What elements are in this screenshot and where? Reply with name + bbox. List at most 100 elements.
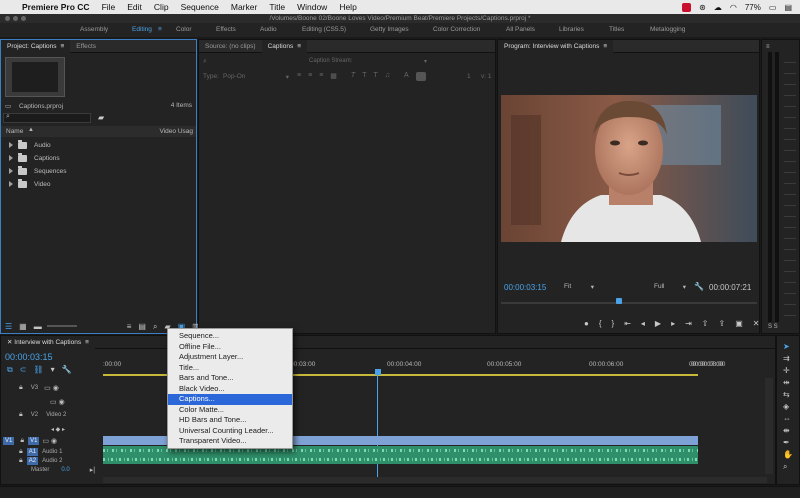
program-playhead[interactable] (616, 298, 622, 304)
linked-selection-icon[interactable]: ⛓ (33, 365, 43, 375)
razor-tool-icon[interactable]: ◈ (783, 402, 793, 411)
column-video-usage[interactable]: Video Usag (160, 128, 194, 135)
extract-icon[interactable]: ⇪ (718, 319, 725, 328)
rate-stretch-tool-icon[interactable]: ⇆ (783, 390, 793, 399)
tab-timeline[interactable]: ✕ Interview with Captions ≡ (1, 335, 95, 349)
workspace-effects[interactable]: Effects (216, 26, 236, 33)
workspace-titles[interactable]: Titles (609, 26, 624, 33)
step-back-icon[interactable]: ◂ (641, 319, 645, 328)
tab-program[interactable]: Program: Interview with Captions ≡ (498, 39, 614, 53)
menu-marker[interactable]: Marker (231, 2, 257, 12)
zoom-tool-icon[interactable]: ⌕ (783, 462, 793, 472)
slide-tool-icon[interactable]: ⇼ (783, 426, 793, 435)
menu-edit[interactable]: Edit (127, 2, 142, 12)
track-select-tool-icon[interactable]: ⇉ (783, 354, 793, 363)
sync-lock-icon[interactable]: ▭ (42, 437, 49, 445)
sort-icons-icon[interactable]: ≡ (127, 322, 132, 331)
workspace-color-correction[interactable]: Color Correction (433, 26, 480, 33)
step-forward-icon[interactable]: ▸ (671, 319, 675, 328)
timeline-timecode[interactable]: 00:00:03:15 (5, 352, 53, 362)
meter-menu-icon[interactable]: ≡ (766, 44, 796, 50)
mark-out-icon[interactable]: } (612, 319, 615, 328)
program-video-frame[interactable] (501, 95, 757, 242)
bin-sequences[interactable]: Sequences (1, 165, 196, 177)
zoom-out-icon[interactable]: ▬ (34, 322, 42, 331)
lock-icon[interactable]: 🔒︎ (19, 457, 23, 465)
menu-item-hd-bars-and-tone[interactable]: HD Bars and Tone... (168, 415, 292, 426)
go-to-out-icon[interactable]: ⇥ (685, 319, 692, 328)
timeline-playhead-head[interactable] (375, 369, 381, 375)
nest-icon[interactable]: ⧉ (7, 365, 13, 375)
ripple-edit-tool-icon[interactable]: ✛ (783, 366, 793, 375)
new-bin-icon[interactable]: ▰ (98, 113, 104, 122)
program-scrub-bar[interactable] (501, 302, 757, 304)
workspace-getty-images[interactable]: Getty Images (370, 26, 409, 33)
panel-menu-icon[interactable]: ≡ (297, 43, 301, 50)
underline-icon[interactable]: T (373, 72, 377, 81)
workspace-editing-cs55[interactable]: Editing (CS5.5) (302, 26, 346, 33)
menu-title[interactable]: Title (269, 2, 285, 12)
tab-source[interactable]: Source: (no clips) (199, 40, 262, 53)
automate-to-sequence-icon[interactable]: ▤ (138, 322, 146, 331)
text-color-icon[interactable]: A (404, 72, 409, 81)
lock-icon[interactable]: 🔒︎ (20, 437, 24, 445)
fit-select[interactable]: Fit ▾ (564, 283, 594, 291)
caption-stream-select[interactable]: Caption Stream: ▾ (309, 58, 427, 67)
align-right-icon[interactable]: ≡ (319, 72, 323, 81)
workspace-assembly[interactable]: Assembly (80, 26, 108, 33)
app-menu[interactable]: Premiere Pro CC (22, 2, 90, 12)
panel-menu-icon[interactable]: ≡ (61, 43, 65, 50)
workspace-editing[interactable]: Editing (132, 26, 152, 33)
sort-up-icon[interactable]: ▲ (28, 127, 34, 133)
lock-icon[interactable]: 🔒︎ (19, 411, 23, 419)
list-view-icon[interactable]: ☰ (5, 322, 12, 331)
expand-icon[interactable] (9, 181, 13, 187)
timeline-settings-icon[interactable]: 🔧 (62, 365, 72, 375)
eye-icon[interactable]: ◉ (59, 398, 65, 406)
lock-icon[interactable]: 🔒︎ (19, 384, 23, 392)
tab-project[interactable]: Project: Captions ≡ (1, 39, 71, 53)
workspace-audio[interactable]: Audio (260, 26, 277, 33)
battery-icon[interactable]: ▭ (769, 3, 777, 12)
menu-item-captions[interactable]: Captions... (168, 394, 292, 405)
sync-lock-icon[interactable]: ▭ (50, 398, 57, 406)
workspace-all-panels[interactable]: All Panels (506, 26, 535, 33)
source-patch-v1[interactable]: V1 (3, 437, 15, 445)
quality-select[interactable]: Full ▾ (654, 283, 686, 291)
zoom-slider[interactable] (47, 325, 77, 327)
solo-icons[interactable]: S S (768, 324, 778, 330)
snap-icon[interactable]: ⊂ (20, 365, 27, 375)
selection-tool-icon[interactable]: ➤ (783, 342, 793, 351)
audio-clip-a2[interactable] (103, 455, 698, 464)
pen-tool-icon[interactable]: ✒ (783, 438, 793, 447)
menu-item-bars-and-tone[interactable]: Bars and Tone... (168, 373, 292, 384)
go-to-end-icon[interactable]: ▸| (90, 466, 95, 474)
menu-help[interactable]: Help (339, 2, 356, 12)
menu-clip[interactable]: Clip (154, 2, 169, 12)
music-note-icon[interactable]: ♫ (385, 72, 390, 81)
menu-item-black-video[interactable]: Black Video... (168, 384, 292, 395)
close-window-icon[interactable] (5, 16, 10, 21)
expand-icon[interactable] (9, 142, 13, 148)
eye-icon[interactable]: ◉ (53, 384, 59, 392)
workspace-color[interactable]: Color (176, 26, 192, 33)
wrench-icon[interactable]: 🔧 (694, 282, 704, 291)
add-marker-icon[interactable]: ▾ (51, 365, 55, 375)
bin-audio[interactable]: Audio (1, 139, 196, 151)
minimize-window-icon[interactable] (13, 16, 18, 21)
wifi-icon[interactable]: ◠ (730, 3, 737, 12)
italic-icon[interactable]: T (351, 72, 355, 81)
menu-item-universal-counting-leader[interactable]: Universal Counting Leader... (168, 426, 292, 437)
project-search-input[interactable]: ⌕ (3, 113, 91, 123)
find-icon[interactable]: ⌕ (153, 322, 157, 332)
export-frame-icon[interactable]: ▣ (735, 319, 743, 328)
tab-captions[interactable]: Captions ≡ (261, 39, 308, 53)
expand-icon[interactable] (9, 168, 13, 174)
lift-icon[interactable]: ⇧ (702, 319, 709, 328)
bin-captions[interactable]: Captions (1, 152, 196, 164)
track-v1-label[interactable]: V1 (28, 437, 40, 445)
menu-item-adjustment-layer[interactable]: Adjustment Layer... (168, 352, 292, 363)
menu-item-transparent-video[interactable]: Transparent Video... (168, 436, 292, 447)
flag-icon[interactable]: ▤ (784, 3, 792, 12)
menu-window[interactable]: Window (297, 2, 327, 12)
